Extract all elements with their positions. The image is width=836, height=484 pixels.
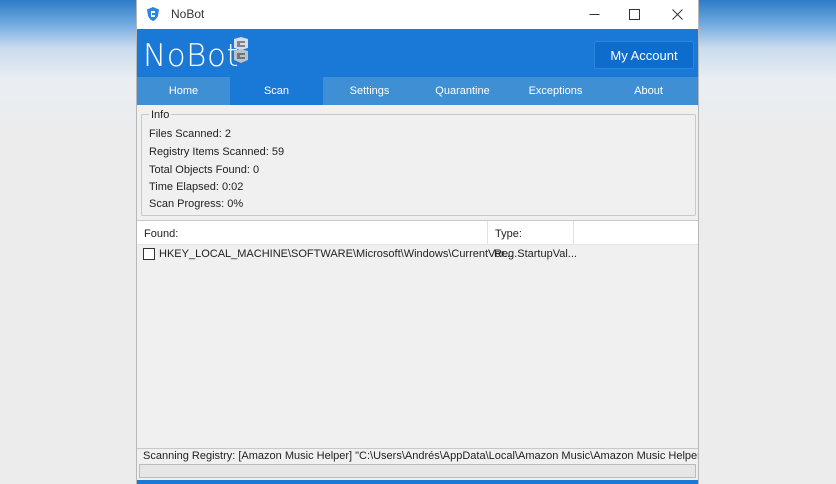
maximize-icon bbox=[628, 9, 640, 20]
nobot-shield-icon bbox=[147, 7, 159, 21]
column-type[interactable]: Type: bbox=[488, 221, 574, 245]
results-header: Found: Type: bbox=[137, 221, 698, 245]
tab-settings[interactable]: Settings bbox=[323, 77, 416, 105]
column-found[interactable]: Found: bbox=[137, 221, 488, 245]
nobot-logo-icon bbox=[234, 37, 248, 63]
nav-tabs: Home Scan Settings Quarantine Exceptions… bbox=[137, 77, 698, 105]
files-scanned: Files Scanned: 2 bbox=[149, 128, 231, 140]
row-found: HKEY_LOCAL_MACHINE\SOFTWARE\Microsoft\Wi… bbox=[159, 248, 514, 260]
column-empty bbox=[574, 221, 698, 245]
my-account-button[interactable]: My Account bbox=[594, 41, 694, 69]
maximize-button[interactable] bbox=[612, 0, 656, 29]
tab-scan[interactable]: Scan bbox=[230, 77, 323, 105]
row-type: Reg.StartupVal... bbox=[494, 248, 577, 260]
app-logo: NoBot bbox=[143, 38, 240, 74]
status-text: Scanning Registry: [Amazon Music Helper]… bbox=[143, 450, 698, 462]
tab-quarantine[interactable]: Quarantine bbox=[416, 77, 509, 105]
minimize-icon bbox=[589, 14, 599, 15]
tab-home[interactable]: Home bbox=[137, 77, 230, 105]
results-list[interactable]: Found: Type: HKEY_LOCAL_MACHINE\SOFTWARE… bbox=[137, 220, 698, 449]
total-objects-found: Total Objects Found: 0 bbox=[149, 164, 260, 176]
row-checkbox[interactable] bbox=[143, 248, 155, 260]
minimize-button[interactable] bbox=[572, 0, 616, 29]
info-legend: Info bbox=[149, 109, 172, 121]
nobot-window: NoBot NoBot My Account Home Scan Setting… bbox=[136, 0, 699, 484]
tab-about[interactable]: About bbox=[602, 77, 695, 105]
scan-progress-bar bbox=[139, 464, 696, 478]
registry-items-scanned: Registry Items Scanned: 59 bbox=[149, 146, 285, 158]
app-header: NoBot My Account bbox=[137, 29, 698, 77]
window-bottom-strip bbox=[137, 480, 698, 484]
info-group: Info Files Scanned: 2 Registry Items Sca… bbox=[141, 109, 696, 216]
window-title: NoBot bbox=[171, 7, 205, 21]
close-icon bbox=[671, 9, 683, 20]
tab-exceptions[interactable]: Exceptions bbox=[509, 77, 602, 105]
title-bar[interactable]: NoBot bbox=[137, 0, 698, 29]
close-button[interactable] bbox=[655, 0, 698, 29]
table-row[interactable]: HKEY_LOCAL_MACHINE\SOFTWARE\Microsoft\Wi… bbox=[137, 245, 698, 263]
scan-progress: Scan Progress: 0% bbox=[149, 198, 244, 210]
time-elapsed: Time Elapsed: 0:02 bbox=[149, 181, 244, 193]
